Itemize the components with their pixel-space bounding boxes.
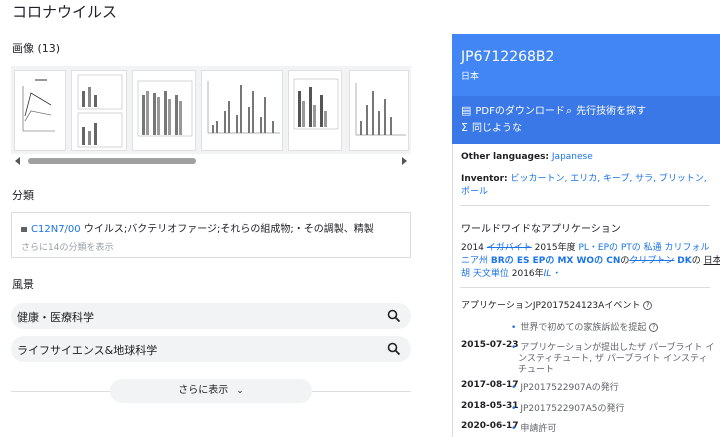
inventor-links-continued[interactable]: ポール: [461, 184, 488, 197]
event-text[interactable]: JP2017522907A5の発行: [520, 404, 624, 414]
bar-chart-figure: [137, 80, 193, 137]
event-text-continued: チュート: [518, 365, 555, 375]
image-carousel-scrollbar[interactable]: [11, 156, 411, 166]
event-date: 2018-05-31: [461, 401, 519, 411]
classification-box: C12N7/00 ウイルス;バクテリオファージ;それらの組成物;・その調製、精製…: [11, 212, 411, 258]
application-link[interactable]: IL・: [544, 269, 561, 279]
prior-art-button[interactable]: ⌕ 先行技術を探す: [566, 102, 646, 118]
classification-description: ウイルス;バクテリオファージ;それらの組成物;・その調製、精製: [83, 224, 374, 235]
images-heading: 画像 (13): [12, 42, 61, 55]
show-more-button[interactable]: さらに表示 ⌄: [110, 379, 312, 403]
patent-image-thumbnail[interactable]: [14, 70, 66, 151]
other-languages-label: Other languages:: [461, 152, 550, 162]
application-link[interactable]: ニア州: [461, 256, 488, 266]
search-icon[interactable]: [387, 309, 401, 323]
application-link[interactable]: イガバイト: [487, 243, 532, 253]
event-text: 世界で初めての家族訴訟を提起: [520, 323, 647, 333]
patent-image-thumbnail[interactable]: [349, 70, 409, 151]
sigma-icon: Σ: [461, 121, 468, 134]
scroll-left-arrow-icon[interactable]: [15, 157, 20, 165]
divider: [460, 205, 710, 206]
more-classifications-link[interactable]: さらに14の分類を表示: [21, 240, 113, 253]
application-link[interactable]: クリプトン: [629, 256, 674, 266]
image-carousel[interactable]: [11, 66, 411, 154]
application-link[interactable]: DK: [677, 256, 691, 266]
classification-row: C12N7/00 ウイルス;バクテリオファージ;それらの組成物;・その調製、精製: [21, 220, 374, 235]
show-more-label: さらに表示: [178, 385, 229, 396]
page-title: コロナウイルス: [12, 3, 118, 21]
search-document-icon: ⌕: [566, 104, 573, 117]
worldwide-line: ニア州 BRの ES EPの MX WOの CNのクリプトン DKの 日本語: [461, 253, 720, 266]
patent-number: JP6712268B2: [461, 49, 555, 65]
patent-sidebar: [452, 144, 720, 437]
patent-country: 日本: [461, 72, 480, 82]
divider: [460, 287, 710, 288]
inventor-links[interactable]: ビッカートン, エリカ, キープ, サラ, ブリットン,: [511, 174, 707, 184]
bar-chart-figure: [293, 78, 339, 130]
inventor-label: Inventor:: [461, 174, 508, 184]
pdf-download-button[interactable]: ▤ PDFのダウンロード: [461, 102, 565, 117]
event-dot-icon: •: [511, 383, 517, 393]
event-item: • JP2017522907A5の発行: [511, 401, 625, 414]
classifications-heading: 分類: [12, 189, 34, 202]
event-dot-icon: •: [511, 323, 517, 333]
classification-code-link[interactable]: C12N7/00: [31, 224, 81, 235]
line-chart-figure: [22, 79, 55, 132]
concept-chip[interactable]: 健康・医療科学: [11, 303, 411, 329]
concept-label: 健康・医療科学: [17, 311, 94, 324]
concept-chip[interactable]: ライフサイエンス&地球科学: [11, 336, 411, 362]
event-date: 2020-06-17: [461, 421, 519, 431]
event-text[interactable]: JP2017522907Aの発行: [520, 383, 619, 393]
worldwide-line: 2014 イガバイト 2015年度 PL・EPの PTの 私通 カリフォル: [461, 240, 710, 253]
application-link[interactable]: 胡 天文単位: [461, 269, 509, 279]
application-link[interactable]: の MX WO: [545, 256, 594, 266]
event-item: • 世界で初めての家族訴訟を提起?: [511, 320, 659, 333]
bar-chart-figure: [355, 83, 406, 136]
scrollbar-thumb[interactable]: [28, 158, 196, 164]
events-heading: アプリケーションJP2017524123Aイベント?: [461, 298, 653, 311]
help-icon[interactable]: ?: [643, 301, 653, 310]
event-dot-icon: •: [511, 404, 517, 414]
worldwide-line: 胡 天文単位 2016年IL・: [461, 266, 560, 279]
help-icon[interactable]: ?: [649, 323, 659, 332]
year-2015: 2015年度: [534, 243, 576, 253]
other-languages: Other languages: Japanese: [461, 152, 593, 162]
event-item: • JP2017522907Aの発行: [511, 380, 619, 393]
event-date: 2017-08-17: [461, 380, 519, 390]
bar-chart-figure: [77, 74, 123, 148]
scroll-right-arrow-icon[interactable]: [402, 157, 407, 165]
events-heading-label: アプリケーションJP2017524123Aイベント: [461, 301, 641, 311]
concept-label: ライフサイエンス&地球科学: [17, 344, 158, 357]
application-link[interactable]: 日本語: [704, 256, 720, 266]
event-text: 申請許可: [520, 424, 557, 434]
search-icon[interactable]: [387, 342, 401, 356]
patent-image-thumbnail[interactable]: [132, 70, 196, 151]
pdf-file-icon: ▤: [461, 104, 472, 117]
similar-button[interactable]: Σ 同じような: [461, 119, 522, 134]
classification-icon: [21, 226, 27, 232]
application-link[interactable]: の CN: [594, 256, 620, 266]
patent-image-thumbnail[interactable]: [201, 70, 283, 151]
prior-art-label: 先行技術を探す: [576, 106, 647, 117]
language-link[interactable]: Japanese: [552, 152, 593, 162]
pdf-download-label: PDFのダウンロード: [475, 106, 565, 117]
event-item: • 申請許可: [511, 421, 556, 434]
event-dot-icon: •: [511, 343, 517, 353]
application-link[interactable]: BRの ES EP: [491, 256, 545, 266]
bar-chart-figure: [207, 81, 280, 134]
event-dot-icon: •: [511, 424, 517, 434]
event-date: 2015-07-23: [461, 340, 519, 350]
application-links[interactable]: PL・EPの PTの 私通 カリフォル: [578, 243, 709, 253]
year-2014: 2014: [461, 243, 484, 253]
concepts-heading: 風景: [12, 278, 34, 291]
inventors: Inventor: ビッカートン, エリカ, キープ, サラ, ブリットン,: [461, 171, 707, 184]
separator: の: [691, 256, 701, 266]
patent-image-thumbnail[interactable]: [71, 70, 127, 151]
worldwide-heading: ワールドワイドなアプリケーション: [461, 224, 621, 235]
year-2016: 2016年: [511, 269, 544, 279]
similar-label: 同じような: [471, 123, 522, 134]
chevron-down-icon: ⌄: [236, 386, 244, 396]
patent-image-thumbnail[interactable]: [288, 70, 342, 151]
